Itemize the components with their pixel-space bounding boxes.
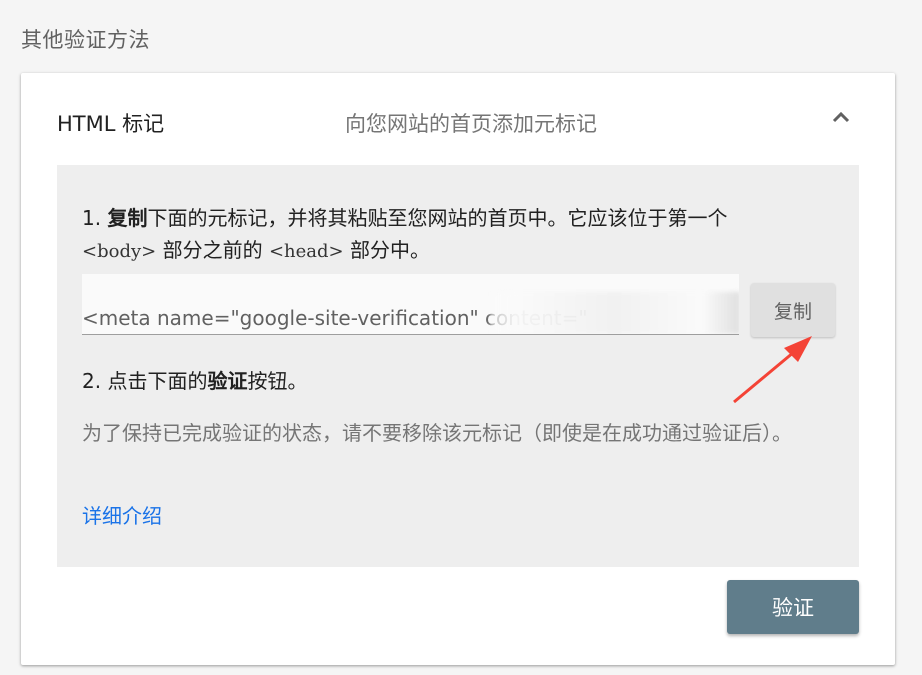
verify-button[interactable]: 验证 — [727, 580, 859, 634]
step-2-number: 2. — [82, 369, 102, 393]
step-1-text-end: 部分中。 — [349, 238, 430, 262]
step-2-bold: 验证 — [207, 369, 248, 393]
copy-button[interactable]: 复制 — [751, 283, 835, 337]
redacted-region — [490, 292, 739, 334]
method-name: HTML 标记 — [57, 112, 165, 136]
step-1-number: 1. — [82, 206, 102, 230]
method-header[interactable]: HTML 标记 向您网站的首页添加元标记 — [21, 73, 895, 165]
step-1-instruction: 1. 复制下面的元标记，并将其粘贴至您网站的首页中。它应该位于第一个 <body… — [82, 202, 842, 268]
step-1-text: 下面的元标记，并将其粘贴至您网站的首页中。它应该位于第一个 — [147, 206, 728, 230]
learn-more-link[interactable]: 详细介绍 — [82, 500, 162, 529]
chevron-up-icon[interactable] — [827, 103, 855, 131]
step-2-text-after: 按钮。 — [247, 369, 308, 393]
step-2-instruction: 2. 点击下面的验证按钮。 — [82, 365, 307, 394]
body-tag-label: <body> — [82, 241, 157, 262]
red-arrow-annotation — [733, 336, 812, 404]
step-2-text-before: 点击下面的 — [107, 369, 208, 393]
keep-tag-note: 为了保持已完成验证的状态，请不要移除该元标记（即使是在成功通过验证后）。 — [82, 421, 792, 445]
meta-tag-code-field[interactable]: <meta name="google-site-verification" co… — [82, 274, 739, 335]
step-1-text-mid: 部分之前的 — [162, 238, 263, 262]
method-description: 向您网站的首页添加元标记 — [345, 112, 597, 136]
step-1-bold: 复制 — [107, 206, 148, 230]
head-tag-label: <head> — [268, 241, 344, 262]
section-heading: 其他验证方法 — [21, 28, 150, 52]
